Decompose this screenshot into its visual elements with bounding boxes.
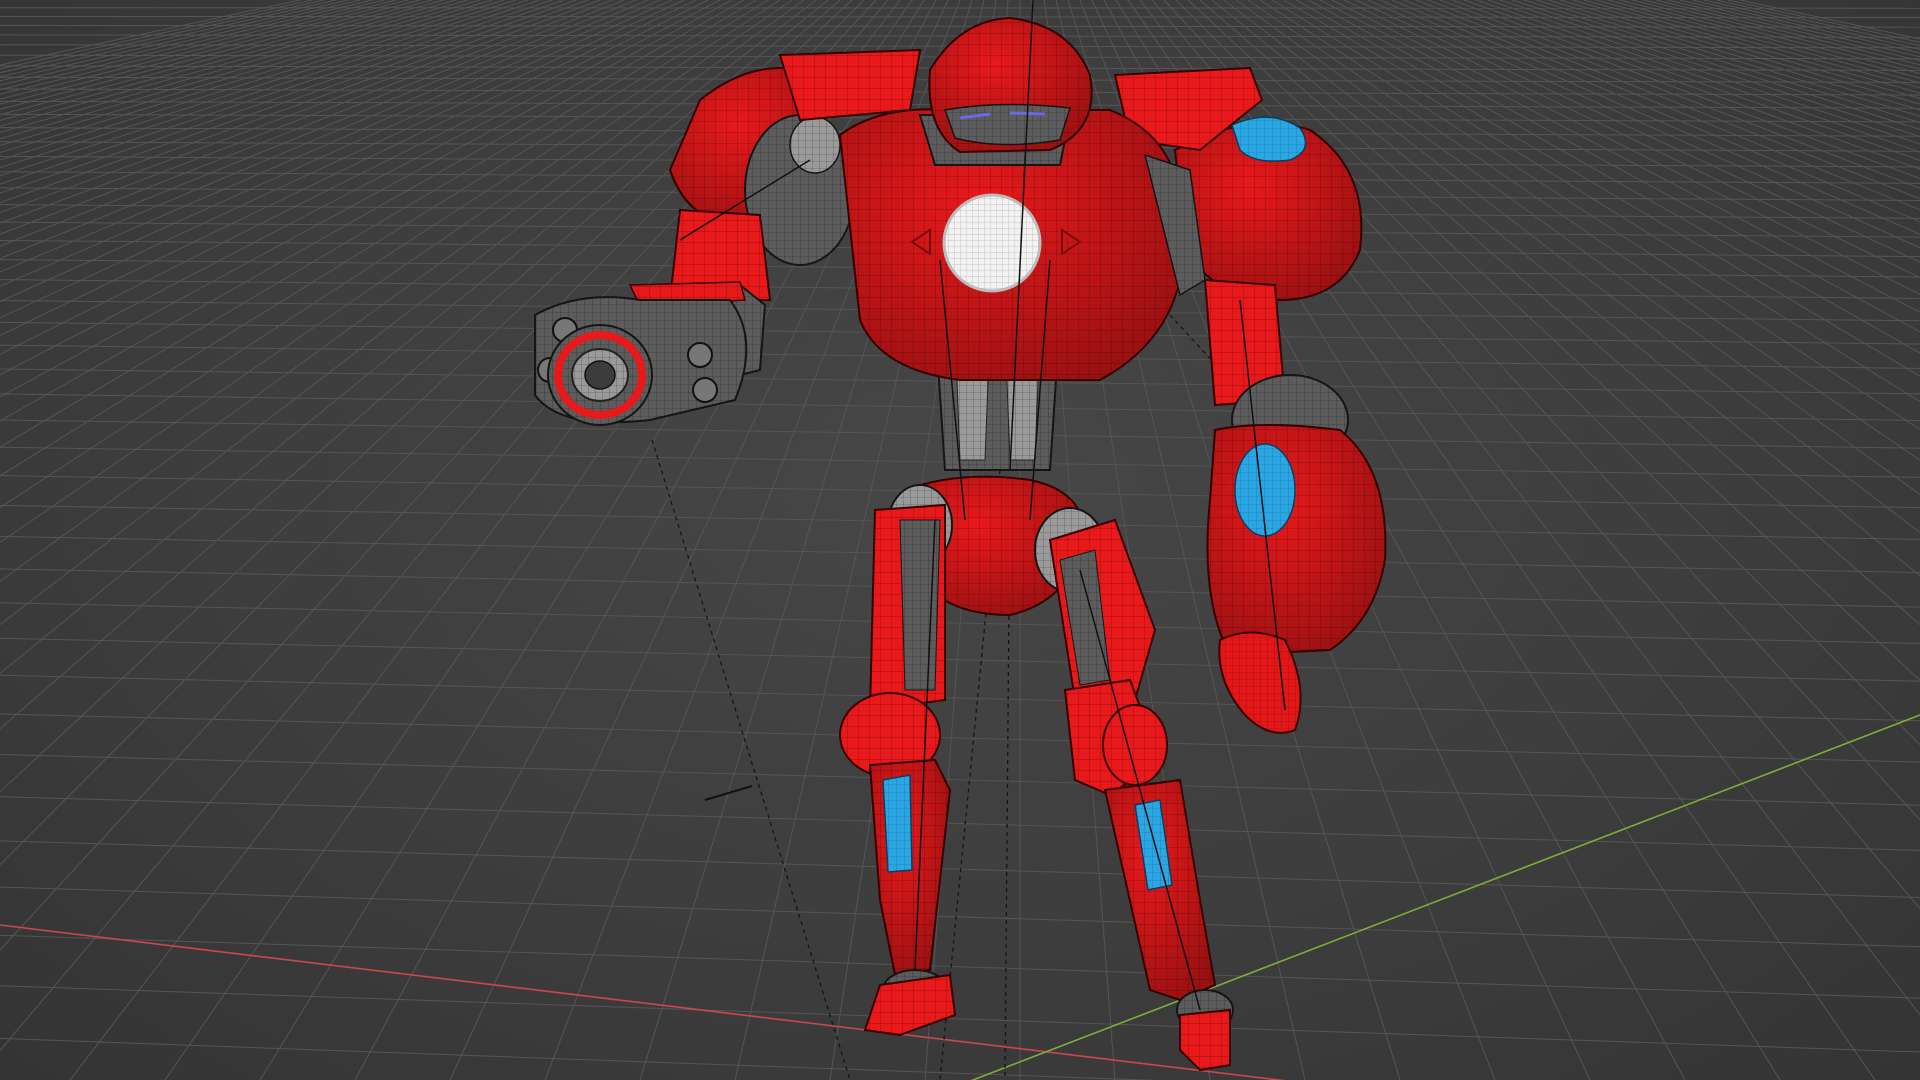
robot-head[interactable]: [928, 16, 1093, 154]
grid-line: [0, 0, 589, 214]
grid-line: [0, 753, 1920, 806]
grid-line: [0, 0, 541, 177]
grid-line: [0, 0, 457, 127]
grid-line: [0, 840, 1920, 899]
grid-line: [0, 0, 709, 355]
grid-line: [1379, 0, 1920, 235]
grid-line: [1667, 0, 1920, 62]
grid-line: [1643, 0, 1920, 70]
grid-line: [1367, 0, 1920, 249]
x-axis-line: [0, 924, 1286, 1080]
grid-line: [0, 0, 301, 66]
grid-line: [0, 0, 313, 70]
grid-line: [0, 713, 1920, 763]
grid-line: [0, 0, 577, 204]
grid-line: [1499, 0, 1920, 138]
grid-line: [1595, 0, 1920, 89]
grid-line: [1355, 0, 1920, 263]
grid-line: [0, 0, 637, 260]
grid-line: [1571, 0, 1920, 99]
grid-line: [0, 0, 529, 169]
grid-line: [0, 637, 1920, 682]
grid-line: [0, 0, 493, 147]
grid-line: [0, 934, 1920, 999]
grid-line: [1703, 0, 1920, 50]
grid-line: [1691, 0, 1920, 54]
grid-line: [0, 886, 1920, 948]
grid-line: [1523, 0, 1920, 124]
grid-line: [0, 0, 781, 509]
grid-line: [0, 0, 469, 133]
grid-line: [0, 0, 505, 154]
grid-line: [1715, 0, 1920, 47]
grid-line: [1475, 0, 1920, 153]
robot-right-arm[interactable]: [534, 67, 856, 426]
grid-line: [0, 0, 661, 287]
grid-line: [0, 7, 1920, 9]
empty-object-marker: [704, 785, 753, 801]
grid-line: [1331, 0, 1920, 295]
grid-line: [0, 0, 325, 74]
grid-line: [1559, 0, 1920, 105]
robot-leg-right[interactable]: [839, 503, 957, 1037]
grid-line: [1415, 0, 1920, 200]
grid-line: [1547, 0, 1920, 111]
grid-line: [0, 0, 553, 185]
grid-line: [0, 1037, 1157, 1080]
grid-line: [0, 674, 1920, 722]
grid-line: [1451, 0, 1920, 170]
3d-viewport[interactable]: [0, 0, 1920, 1080]
grid-line: [1319, 0, 1920, 313]
grid-line: [1739, 0, 1920, 40]
grid-line: [0, 796, 1920, 851]
grid-line: [0, 0, 685, 319]
grid-line: [0, 0, 517, 161]
grid-line: [1655, 0, 1920, 66]
grid-line: [1727, 0, 1920, 43]
grid-line: [1583, 0, 1920, 94]
robot-left-arm[interactable]: [1173, 116, 1387, 734]
grid-line: [0, 0, 565, 194]
